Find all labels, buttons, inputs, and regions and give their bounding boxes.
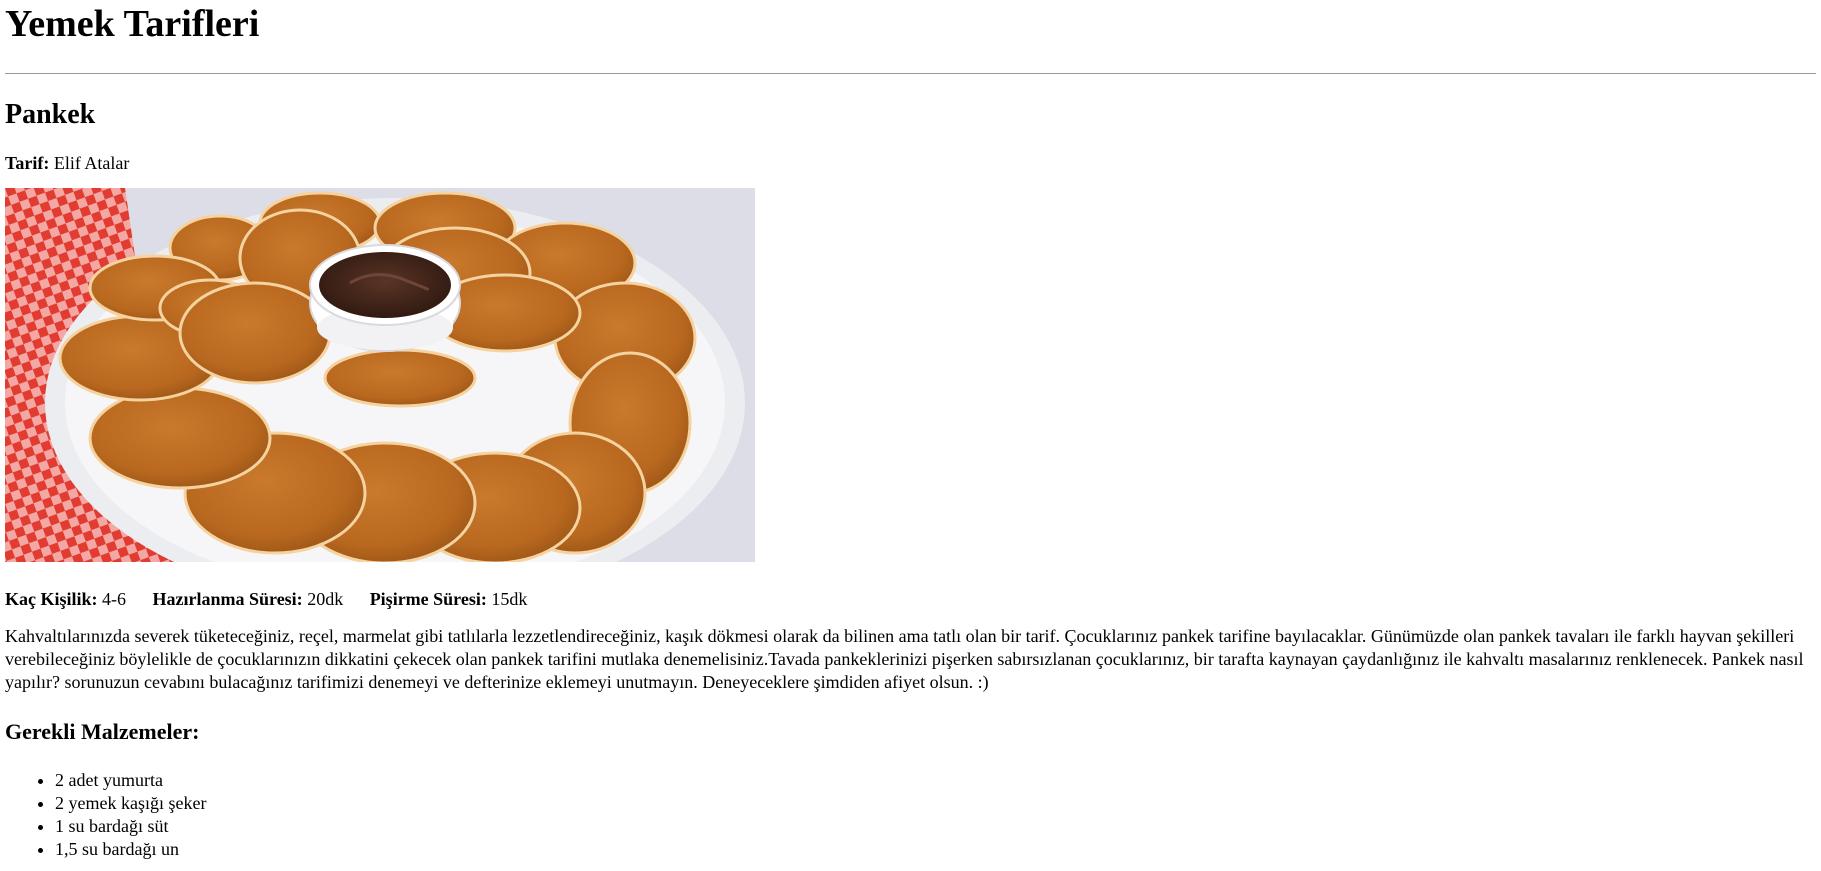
page: Yemek Tarifleri Pankek Tarif: Elif Atala… (0, 0, 1821, 861)
servings-stat: Kaç Kişilik: 4-6 (5, 589, 131, 609)
ingredients-heading: Gerekli Malzemeler: (5, 719, 200, 744)
servings-label: Kaç Kişilik: (5, 589, 98, 609)
recipe-description: Kahvaltılarınızda severek tüketeceğiniz,… (5, 626, 1804, 692)
list-item: 1 su bardağı süt (55, 815, 1816, 838)
cook-time-label: Pişirme Süresi: (369, 589, 487, 609)
list-item: 2 yemek kaşığı şeker (55, 792, 1816, 815)
divider (5, 73, 1816, 74)
list-item: 2 adet yumurta (55, 769, 1816, 792)
author-name: Elif Atalar (53, 153, 130, 173)
prep-time-value: 20dk (307, 589, 344, 609)
site-title: Yemek Tarifleri (5, 3, 260, 45)
cook-time-stat: Pişirme Süresi: 15dk (370, 589, 528, 609)
author-line: Tarif: Elif Atalar (5, 152, 1816, 174)
recipe-image (5, 188, 755, 562)
recipe-title: Pankek (5, 99, 96, 130)
prep-time-stat: Hazırlanma Süresi: 20dk (153, 589, 348, 609)
prep-time-label: Hazırlanma Süresi: (152, 589, 303, 609)
author-label: Tarif: (5, 153, 50, 173)
recipe-stats: Kaç Kişilik: 4-6 Hazırlanma Süresi: 20dk… (5, 588, 1816, 610)
servings-value: 4-6 (102, 589, 127, 609)
cook-time-value: 15dk (491, 589, 528, 609)
list-item: 1,5 su bardağı un (55, 838, 1816, 861)
ingredients-list: 2 adet yumurta 2 yemek kaşığı şeker 1 su… (5, 769, 1816, 861)
